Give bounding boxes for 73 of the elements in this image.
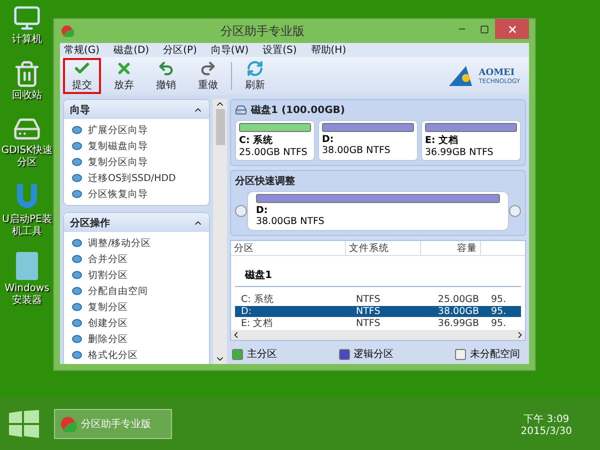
partition-size: 25.00GB NTFS — [239, 147, 308, 158]
sidebar-item[interactable]: 分配自由空间 — [88, 284, 148, 298]
sidebar-item[interactable]: 格式化分区 — [88, 348, 138, 362]
table-row[interactable]: E: 文档 NTFS 36.99GB 95. — [235, 317, 521, 330]
table-row[interactable]: C: 系统 NTFS 25.00GB 95. — [235, 293, 521, 306]
menu-item[interactable]: 常规(G) — [64, 43, 100, 57]
scrollbar[interactable] — [213, 99, 227, 364]
panel-title: 分区快速调整 — [235, 174, 296, 188]
sidebar-item[interactable]: 调整/移动分区 — [88, 236, 152, 250]
toolbar-button[interactable]: 放弃 — [105, 58, 143, 94]
disk-title: 磁盘1 (100.00GB) — [251, 104, 345, 117]
sidebar-item[interactable]: 创建分区 — [88, 316, 128, 330]
menu-item[interactable]: 向导(W) — [210, 43, 249, 57]
horizontal-scrollbar[interactable] — [231, 330, 525, 340]
menu-item[interactable]: 设置(S) — [262, 43, 297, 57]
start-icon[interactable] — [8, 410, 40, 438]
resize-handle[interactable] — [235, 205, 247, 217]
partition-name: D: — [322, 134, 335, 145]
menu-item[interactable]: 分区(P) — [163, 43, 197, 57]
clock-date: 2015/3/30 — [520, 426, 572, 436]
column-header: 容量 — [421, 241, 481, 256]
legend-label: 未分配空间 — [470, 348, 520, 361]
refresh-icon — [245, 60, 265, 77]
desktop-icon-label[interactable]: GDISK快速分区 — [0, 145, 54, 168]
menu-item[interactable]: 磁盘(D) — [114, 43, 150, 57]
resize-handle[interactable] — [509, 205, 521, 217]
toolbar-button[interactable]: 重做 — [189, 58, 227, 94]
partition-size: 38.00GB NTFS — [322, 145, 392, 156]
partition-name: D: — [256, 205, 269, 216]
app-logo-icon — [60, 25, 74, 37]
desktop-icon-label[interactable]: Windows安装器 — [0, 283, 54, 306]
legend-label: 主分区 — [247, 348, 277, 361]
partition-card[interactable]: D: 38.00GB NTFS — [318, 120, 418, 161]
table-row[interactable]: D: NTFS 38.00GB 95. — [235, 306, 521, 317]
close-icon — [506, 24, 518, 34]
column-header: 分区 — [231, 241, 346, 256]
partition-card[interactable]: E: 文档 36.99GB NTFS — [421, 120, 521, 161]
desktop-icon-label[interactable]: 回收站 — [12, 90, 42, 101]
sidebar-item[interactable]: 扩展分区向导 — [88, 124, 148, 136]
trash-icon — [13, 60, 41, 88]
close-button[interactable] — [495, 19, 529, 39]
legend-label: 逻辑分区 — [354, 348, 394, 361]
installer-box-icon — [15, 251, 39, 281]
menu-item[interactable]: 帮助(H) — [310, 43, 346, 57]
partition-name: C: 系统 — [239, 134, 274, 147]
computer-icon — [13, 4, 41, 32]
logo-name: AOMEI — [478, 68, 516, 78]
partition-size: 36.99GB NTFS — [425, 147, 494, 158]
toolbar-button[interactable]: 刷新 — [236, 58, 274, 94]
partition-size: 38.00GB NTFS — [256, 216, 326, 227]
sidebar-item[interactable]: 复制分区向导 — [88, 156, 148, 168]
partition-card[interactable]: C: 系统 25.00GB NTFS — [235, 120, 315, 161]
maximize-icon — [480, 24, 488, 34]
clock-time: 下午 3:09 — [524, 412, 570, 426]
sidebar-item[interactable]: 分区恢复向导 — [88, 188, 148, 200]
section-title: 分区操作 — [70, 216, 110, 230]
group-label: 磁盘1 — [235, 256, 521, 287]
sidebar-item[interactable]: 删除分区 — [88, 332, 128, 346]
section-title: 向导 — [70, 104, 90, 116]
scroll-thumb[interactable] — [216, 109, 224, 145]
window-title: 分区助手专业版 — [220, 22, 306, 40]
desktop-icon-label[interactable]: 计算机 — [12, 34, 42, 46]
sidebar-item[interactable]: 合并分区 — [88, 252, 128, 266]
toolbar-button[interactable]: 提交 — [63, 58, 101, 94]
partition-name: E: 文档 — [425, 134, 460, 147]
toolbar-button[interactable]: 撤销 — [147, 58, 185, 94]
column-header: 文件系统 — [346, 241, 421, 256]
app-logo-icon — [59, 416, 77, 432]
desktop-icon-label[interactable]: U启动PE装机工具 — [0, 214, 54, 237]
sidebar-item[interactable]: 复制磁盘向导 — [88, 140, 148, 152]
sidebar-item[interactable]: 复制分区 — [88, 300, 128, 314]
sidebar-item[interactable]: 迁移OS到SSD/HDD — [88, 172, 176, 184]
sidebar-item[interactable]: 切割分区 — [88, 268, 128, 282]
